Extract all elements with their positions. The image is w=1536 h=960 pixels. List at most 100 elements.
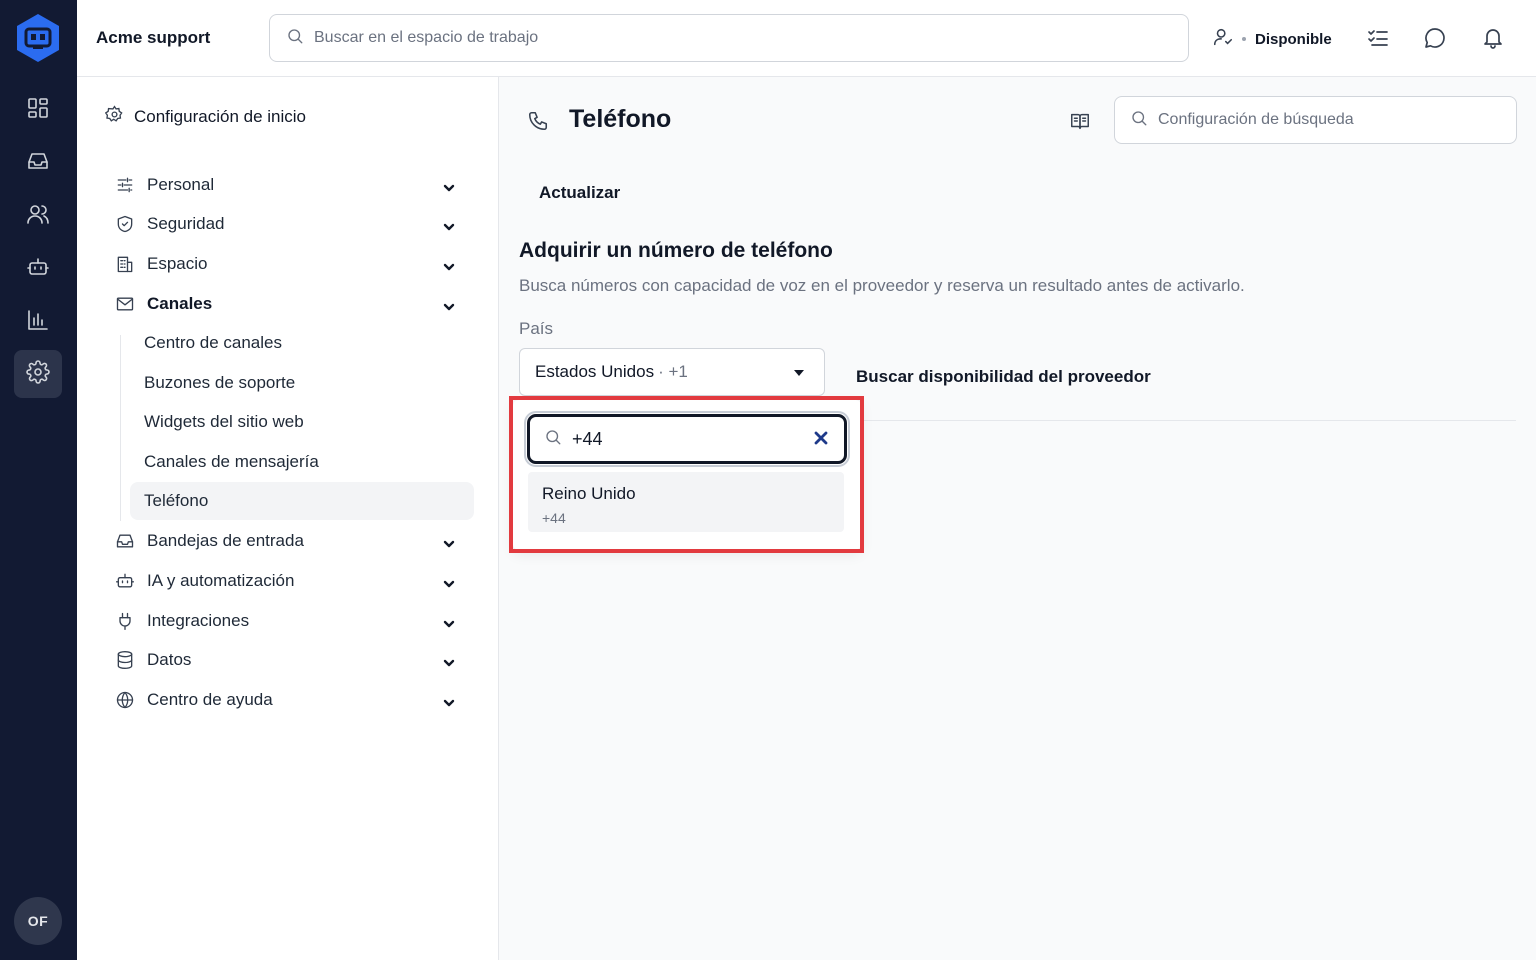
settings-icon	[26, 359, 50, 389]
building-icon	[115, 254, 135, 274]
chat-button[interactable]	[1423, 26, 1447, 50]
nav-section-security[interactable]: Seguridad	[105, 204, 475, 244]
chevron-down-icon	[443, 298, 455, 311]
notifications-button[interactable]	[1481, 26, 1505, 50]
search-provider-button[interactable]: Buscar disponibilidad del proveedor	[856, 367, 1151, 387]
dashboard-icon	[26, 96, 50, 125]
rail-bot-button[interactable]	[14, 245, 62, 293]
country-select[interactable]: Estados Unidos · +1	[519, 348, 825, 396]
nav-section-label: Espacio	[147, 254, 208, 273]
sidebar-item-messaging-channels[interactable]: Canales de mensajería	[130, 443, 474, 481]
chevron-down-icon	[443, 179, 455, 192]
shield-icon	[115, 214, 135, 234]
rail-dashboard-button[interactable]	[14, 86, 62, 134]
submenu-guide-line	[120, 335, 121, 521]
chevron-down-icon	[443, 615, 455, 628]
nav-section-help-center[interactable]: Centro de ayuda	[105, 680, 475, 720]
mail-icon	[115, 294, 135, 314]
chevron-down-icon	[443, 694, 455, 707]
settings-home-link[interactable]: Configuración de inicio	[104, 105, 306, 129]
nav-section-inboxes[interactable]: Bandejas de entrada	[105, 521, 475, 561]
top-bar: Acme support Disponible	[77, 0, 1536, 77]
chevron-down-icon	[443, 258, 455, 271]
nav-section-workspace[interactable]: Espacio	[105, 244, 475, 284]
global-search-box[interactable]	[269, 14, 1189, 62]
tasks-icon	[1366, 30, 1390, 54]
docs-book-icon[interactable]	[1069, 110, 1091, 132]
settings-home-label: Configuración de inicio	[134, 107, 306, 126]
clear-icon[interactable]	[814, 431, 828, 445]
rail-settings-button[interactable]	[14, 350, 62, 398]
tasks-button[interactable]	[1366, 26, 1390, 50]
nav-section-label: IA y automatización	[147, 571, 295, 590]
database-icon	[115, 650, 135, 670]
section-description: Busca números con capacidad de voz en el…	[519, 276, 1245, 295]
chevron-down-icon	[443, 218, 455, 231]
country-option-dial-code: +44	[542, 510, 566, 526]
country-search-input[interactable]	[572, 428, 792, 450]
nav-section-label: Bandejas de entrada	[147, 531, 304, 550]
nav-section-label: Centro de ayuda	[147, 690, 273, 709]
user-avatar[interactable]: OF	[14, 897, 62, 945]
gear-icon	[104, 105, 134, 129]
nav-section-label: Canales	[147, 294, 213, 313]
inbox-icon	[115, 531, 135, 551]
refresh-button[interactable]: Actualizar	[539, 183, 620, 203]
chat-icon	[1423, 28, 1447, 54]
country-label: País	[519, 319, 554, 338]
bot-icon	[26, 255, 50, 284]
chevron-down-icon	[443, 535, 455, 548]
user-status-icon	[1212, 26, 1234, 52]
nav-section-label: Personal	[147, 175, 215, 194]
sidebar-item-phone[interactable]: Teléfono	[130, 482, 474, 520]
nav-section-label: Integraciones	[147, 611, 250, 630]
bot-icon	[115, 571, 135, 591]
app-logo-icon[interactable]	[15, 13, 61, 63]
global-search-input[interactable]	[314, 29, 1126, 47]
search-icon	[544, 428, 562, 451]
section-title: Adquirir un número de teléfono	[519, 239, 833, 262]
country-selected-code: · +1	[658, 362, 688, 381]
app-rail: OF	[0, 0, 77, 960]
rail-reports-button[interactable]	[14, 298, 62, 346]
chevron-down-icon	[443, 654, 455, 667]
rail-inbox-button[interactable]	[14, 139, 62, 187]
chevron-down-icon	[443, 575, 455, 588]
sidebar-item-website-widgets[interactable]: Widgets del sitio web	[130, 403, 474, 441]
page-title: Teléfono	[569, 105, 672, 133]
search-icon	[286, 27, 304, 50]
nav-section-label: Datos	[147, 650, 192, 669]
nav-section-data[interactable]: Datos	[105, 640, 475, 680]
section-divider	[856, 420, 1516, 421]
globe-icon	[115, 690, 135, 710]
rail-contacts-button[interactable]	[14, 192, 62, 240]
reports-icon	[26, 308, 50, 337]
sidebar-item-channel-hub[interactable]: Centro de canales	[130, 324, 474, 362]
caret-down-icon	[794, 370, 804, 376]
nav-section-channels[interactable]: Canales	[105, 284, 475, 324]
plug-icon	[115, 611, 135, 631]
availability-status-button[interactable]: Disponible	[1212, 26, 1332, 52]
nav-section-ai-automation[interactable]: IA y automatización	[105, 561, 475, 601]
status-separator	[1242, 37, 1246, 41]
settings-search-input[interactable]	[1158, 111, 1506, 129]
sliders-icon	[115, 175, 135, 195]
nav-section-personal[interactable]: Personal	[105, 165, 475, 205]
inbox-icon	[26, 149, 50, 178]
sidebar-item-support-mailboxes[interactable]: Buzones de soporte	[130, 364, 474, 402]
search-icon	[1130, 109, 1148, 132]
phone-icon	[527, 110, 549, 132]
workspace-name: Acme support	[96, 28, 211, 47]
country-option-name: Reino Unido	[542, 484, 636, 503]
country-dropdown-popover: Reino Unido +44	[513, 400, 861, 550]
settings-search-box[interactable]	[1114, 96, 1517, 144]
contacts-icon	[26, 202, 50, 231]
bell-icon	[1481, 29, 1505, 54]
nav-section-integrations[interactable]: Integraciones	[105, 601, 475, 641]
settings-sidebar: Configuración de inicio Personal Segurid…	[77, 77, 499, 960]
status-label: Disponible	[1255, 30, 1332, 48]
country-selected-value: Estados Unidos	[535, 362, 655, 381]
nav-section-label: Seguridad	[147, 214, 225, 233]
country-option[interactable]: Reino Unido +44	[528, 472, 844, 532]
country-search-box[interactable]	[527, 414, 847, 464]
